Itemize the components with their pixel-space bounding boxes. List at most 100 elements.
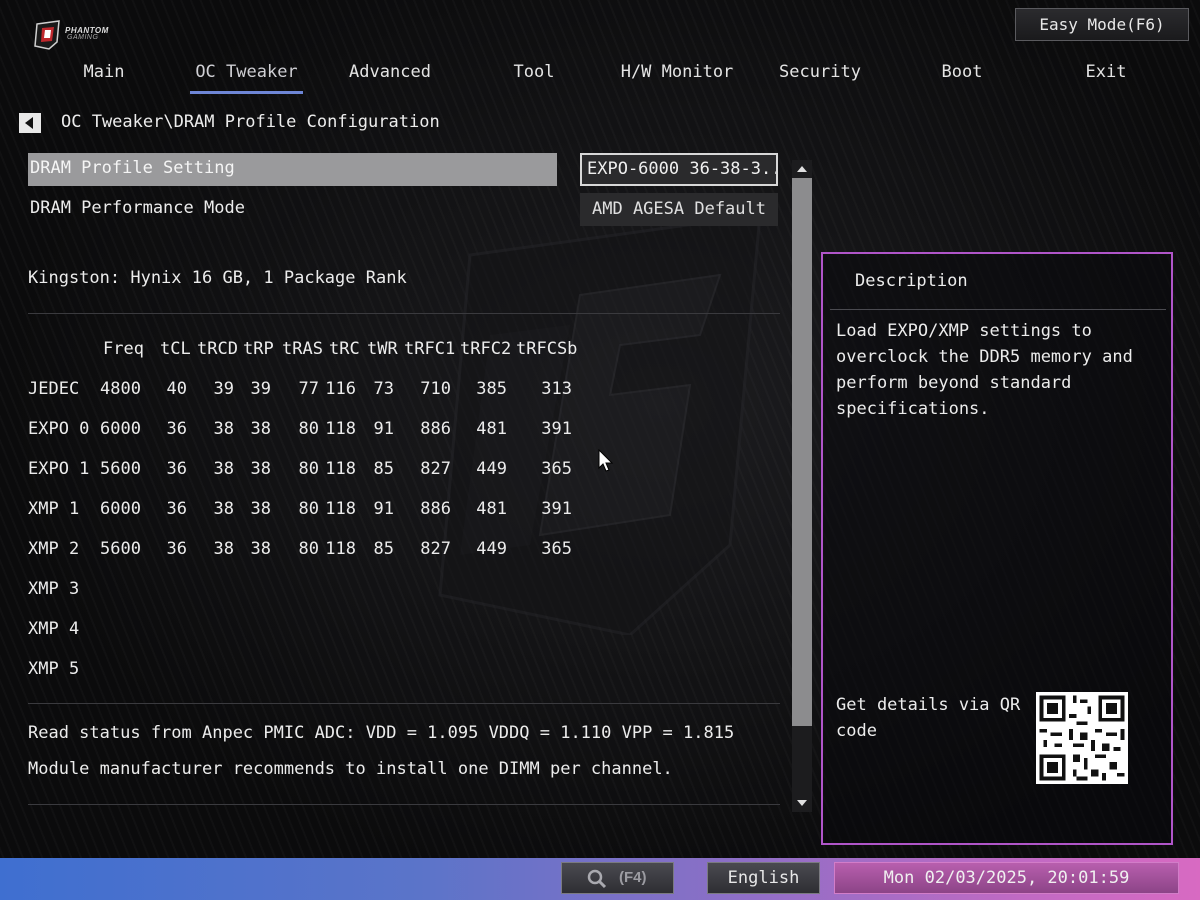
- table-cell: 39: [250, 379, 271, 399]
- table-row-label: JEDEC: [28, 379, 80, 399]
- dram-performance-mode-dropdown[interactable]: AMD AGESA Default: [580, 193, 778, 226]
- chevron-down-icon: [797, 800, 807, 806]
- scroll-up-button[interactable]: [792, 160, 812, 178]
- search-shortcut-label: (F4): [619, 869, 647, 886]
- table-header-tras: tRAS: [282, 339, 323, 359]
- dram-profile-setting-dropdown[interactable]: EXPO-6000 36-38-3...: [580, 153, 778, 186]
- divider: [28, 804, 780, 805]
- scrollbar-thumb[interactable]: [792, 178, 812, 726]
- table-cell: 80: [298, 419, 319, 439]
- language-button[interactable]: English: [707, 862, 820, 894]
- table-row-label: XMP 1: [28, 499, 80, 519]
- table-cell: 391: [541, 419, 572, 439]
- table-cell: 38: [250, 419, 271, 439]
- table-cell: 449: [476, 459, 507, 479]
- mouse-cursor-icon: [598, 449, 614, 472]
- table-cell: 38: [213, 459, 234, 479]
- tab-oc-tweaker[interactable]: OC Tweaker: [190, 60, 303, 94]
- table-cell: 6000: [100, 499, 141, 519]
- table-header-trfc2: tRFC2: [460, 339, 512, 359]
- table-header-freq: Freq: [103, 339, 144, 359]
- table-cell: 38: [213, 539, 234, 559]
- table-cell: 886: [420, 419, 451, 439]
- tab-main[interactable]: Main: [64, 60, 144, 94]
- table-cell: 73: [373, 379, 394, 399]
- divider: [28, 313, 780, 314]
- table-cell: 36: [166, 539, 187, 559]
- table-row-label: EXPO 1: [28, 459, 90, 479]
- table-cell: 827: [420, 539, 451, 559]
- table-cell: 80: [298, 459, 319, 479]
- table-cell: 710: [420, 379, 451, 399]
- table-row-label: XMP 4: [28, 619, 80, 639]
- table-header-trfcsb: tRFCSb: [516, 339, 578, 359]
- table-cell: 36: [166, 419, 187, 439]
- table-cell: 827: [420, 459, 451, 479]
- divider: [830, 309, 1166, 310]
- table-cell: 6000: [100, 419, 141, 439]
- table-cell: 365: [541, 539, 572, 559]
- description-text: Load EXPO/XMP settings to overclock the …: [836, 321, 1133, 419]
- description-title: Description: [855, 271, 968, 291]
- table-cell: 391: [541, 499, 572, 519]
- search-button[interactable]: (F4): [561, 862, 674, 894]
- table-cell: 449: [476, 539, 507, 559]
- table-cell: 118: [325, 539, 356, 559]
- tab-tool[interactable]: Tool: [494, 60, 574, 94]
- table-cell: 38: [213, 419, 234, 439]
- table-cell: 38: [250, 539, 271, 559]
- table-row-label: XMP 3: [28, 579, 80, 599]
- table-header-tcl: tCL: [160, 339, 191, 359]
- module-info: Kingston: Hynix 16 GB, 1 Package Rank: [28, 268, 407, 288]
- table-cell: 5600: [100, 459, 141, 479]
- table-cell: 40: [166, 379, 187, 399]
- tab-hw-monitor[interactable]: H/W Monitor: [615, 60, 739, 94]
- table-row-label: XMP 5: [28, 659, 80, 679]
- table-cell: 365: [541, 459, 572, 479]
- logo-badge-icon: [34, 20, 60, 50]
- table-row-label: XMP 2: [28, 539, 80, 559]
- easy-mode-button[interactable]: Easy Mode(F6): [1015, 8, 1189, 41]
- table-cell: 91: [373, 499, 394, 519]
- table-cell: 80: [298, 499, 319, 519]
- table-cell: 5600: [100, 539, 141, 559]
- table-row-label: EXPO 0: [28, 419, 90, 439]
- tab-boot[interactable]: Boot: [922, 60, 1002, 94]
- table-cell: 85: [373, 459, 394, 479]
- table-cell: 886: [420, 499, 451, 519]
- table-cell: 85: [373, 539, 394, 559]
- search-icon: [587, 869, 607, 889]
- dram-performance-mode-label[interactable]: DRAM Performance Mode: [30, 198, 245, 218]
- table-header-twr: tWR: [367, 339, 398, 359]
- qr-code-label: Get details via QR code: [836, 695, 1021, 741]
- back-button[interactable]: [19, 113, 41, 133]
- table-cell: 313: [541, 379, 572, 399]
- table-cell: 36: [166, 499, 187, 519]
- logo-text-line2: GAMING: [67, 34, 99, 41]
- qr-code-image: [1036, 692, 1128, 784]
- table-cell: 4800: [100, 379, 141, 399]
- scroll-down-button[interactable]: [792, 794, 812, 812]
- active-tab-underline: [190, 91, 303, 94]
- table-cell: 116: [325, 379, 356, 399]
- chevron-up-icon: [797, 166, 807, 172]
- table-cell: 36: [166, 459, 187, 479]
- table-cell: 38: [250, 499, 271, 519]
- dram-profile-setting-label[interactable]: DRAM Profile Setting: [30, 158, 235, 178]
- tab-exit[interactable]: Exit: [1066, 60, 1146, 94]
- arrow-left-icon: [25, 117, 33, 129]
- table-header-trfc1: tRFC1: [404, 339, 456, 359]
- table-cell: 39: [213, 379, 234, 399]
- table-cell: 77: [298, 379, 319, 399]
- table-cell: 118: [325, 459, 356, 479]
- table-cell: 80: [298, 539, 319, 559]
- tab-advanced[interactable]: Advanced: [340, 60, 440, 94]
- table-cell: 118: [325, 499, 356, 519]
- divider: [28, 703, 780, 704]
- table-header-trcd: tRCD: [197, 339, 238, 359]
- phantom-gaming-logo: PHANTOM GAMING: [34, 18, 126, 54]
- tab-security[interactable]: Security: [770, 60, 870, 94]
- table-cell: 91: [373, 419, 394, 439]
- table-cell: 385: [476, 379, 507, 399]
- table-cell: 38: [213, 499, 234, 519]
